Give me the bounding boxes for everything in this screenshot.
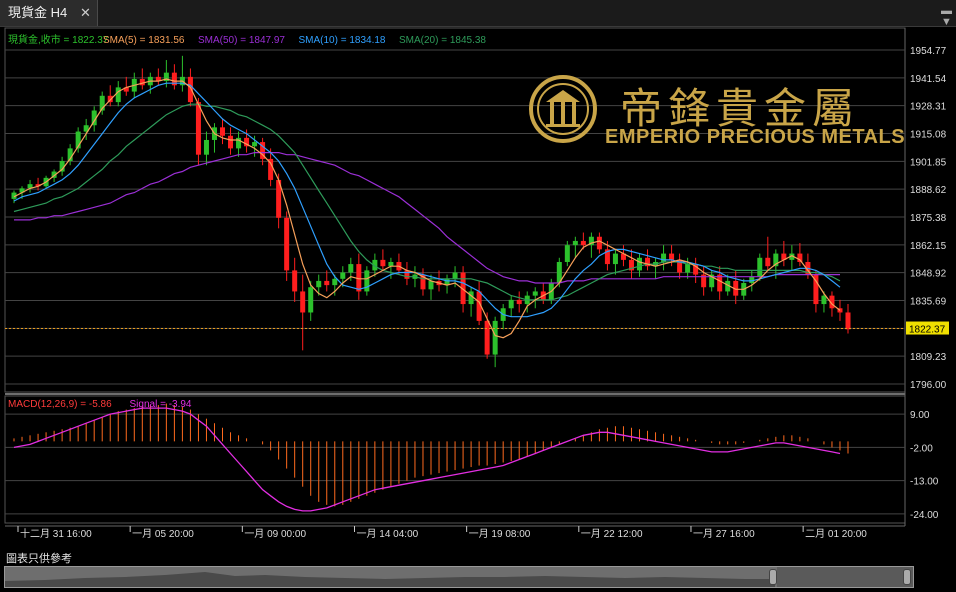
price-y-tick: 1928.31 [910,102,947,113]
macd-y-tick: -2.00 [910,443,933,454]
x-tick-label: 二月 01 20:00 [805,528,867,540]
price-y-tick: 1888.62 [910,185,947,196]
price-y-tick: 1862.15 [910,241,947,252]
tab-title: 現貨金 H4 [8,5,68,20]
candle-body [332,278,338,286]
candle-body [252,142,258,147]
candle-body [348,264,354,273]
candle-body [115,87,121,103]
menu-icon[interactable]: ▬ ▼ [941,6,952,28]
macd-y-tick: -13.00 [910,477,939,488]
candle-body [452,272,458,279]
candle-body [220,127,225,136]
sma50-line [14,152,840,284]
x-tick-label: 十二月 31 16:00 [20,527,92,540]
price-y-tick: 1954.77 [910,46,947,57]
x-tick-label: 一月 22 12:00 [581,528,643,540]
candle-body [572,240,578,246]
candle-body [580,240,586,246]
macd-signal-line [13,407,841,512]
candle-body [388,261,394,267]
price-legend-item: SMA(20) = 1845.38 [399,35,486,46]
x-tick-label: 一月 27 16:00 [693,528,755,540]
candle-body [685,264,691,273]
logo-english-name: EMPERIO PRECIOUS METALS [605,126,906,148]
emperio-logo-icon [529,75,597,143]
price-y-tick: 1809.23 [910,352,947,363]
candle-body [404,270,410,279]
navigator-price-silhouette [5,572,775,587]
macd-legend-item: MACD(12,26,9) = -5.86 [8,399,112,410]
candle-body [300,291,306,313]
candle-body [203,139,209,155]
price-legend-item: SMA(50) = 1847.97 [198,35,285,46]
navigator-right-handle[interactable] [903,569,911,585]
candle-body [612,253,618,265]
candle-body [308,287,314,313]
last-price-label: 1822.37 [909,325,946,336]
candle-body [324,280,330,286]
candle-body [757,257,763,277]
navigator-left-handle[interactable] [769,569,777,585]
candle-body [380,259,386,267]
navigator-future-area [777,567,913,587]
price-y-tick: 1835.69 [910,297,947,308]
candle-body [484,320,490,355]
price-legend-item: SMA(5) = 1831.56 [103,35,185,46]
tab-chart[interactable]: 現貨金 H4 ✕ [0,0,98,26]
price-legend-item: SMA(10) = 1834.18 [299,35,386,46]
candle-body [596,236,602,250]
candle-body [765,257,771,267]
candle-body [821,295,827,305]
price-legend-item: 現貨金,收市 = 1822.37 [8,33,109,46]
candle-body [661,253,667,262]
x-tick-label: 一月 19 08:00 [469,528,531,540]
candle-body [516,299,522,305]
price-y-tick: 1796.00 [910,380,947,391]
candle-body [845,312,851,330]
disclaimer-note: 圖表只供參考 [6,553,72,565]
time-navigator[interactable] [4,566,914,588]
candle-body [364,270,370,292]
x-tick-label: 一月 14 04:00 [356,528,418,540]
close-icon[interactable]: ✕ [80,0,91,26]
candle-body [428,280,434,290]
tab-bar: 現貨金 H4 ✕ ▬ ▼ [0,0,956,28]
macd-legend-item: Signal = -3.94 [130,399,192,410]
candle-body [669,253,675,260]
candle-body [564,245,570,262]
price-y-tick: 1875.38 [910,213,947,224]
price-y-tick: 1941.54 [910,74,947,85]
macd-y-tick: 9.00 [910,410,930,421]
candle-body [508,299,514,309]
candle-body [532,291,538,296]
price-y-tick: 1901.85 [910,157,947,168]
x-tick-label: 一月 09 00:00 [244,528,306,540]
price-y-tick: 1915.08 [910,129,947,140]
candle-body [492,320,498,355]
macd-y-tick: -24.00 [910,510,939,521]
candle-body [292,270,298,292]
candle-body [340,272,346,279]
candle-body [637,257,642,271]
candle-body [284,217,290,271]
price-y-tick: 1848.92 [910,269,947,280]
candle-body [187,76,193,103]
candle-body [195,102,201,155]
x-tick-label: 一月 05 20:00 [132,528,194,540]
candle-body [316,280,322,288]
candle-body [228,135,234,149]
